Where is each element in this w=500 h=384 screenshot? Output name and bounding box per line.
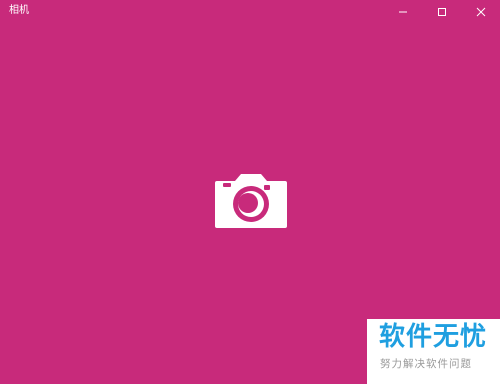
window-controls (383, 0, 500, 24)
watermark-subtitle: 努力解决软件问题 (380, 358, 472, 370)
watermark-badge: 软件无忧 努力解决软件问题 (367, 319, 500, 384)
maximize-icon (437, 8, 446, 16)
minimize-button[interactable] (383, 0, 422, 24)
title-bar: 相机 (0, 0, 500, 24)
camera-capture-button[interactable] (215, 172, 287, 228)
camera-icon (215, 174, 287, 228)
minimize-icon (398, 11, 407, 13)
window-title: 相机 (9, 5, 29, 16)
maximize-button[interactable] (422, 0, 461, 24)
close-button[interactable] (461, 0, 500, 24)
watermark-title: 软件无忧 (379, 322, 488, 352)
close-icon (476, 7, 485, 17)
